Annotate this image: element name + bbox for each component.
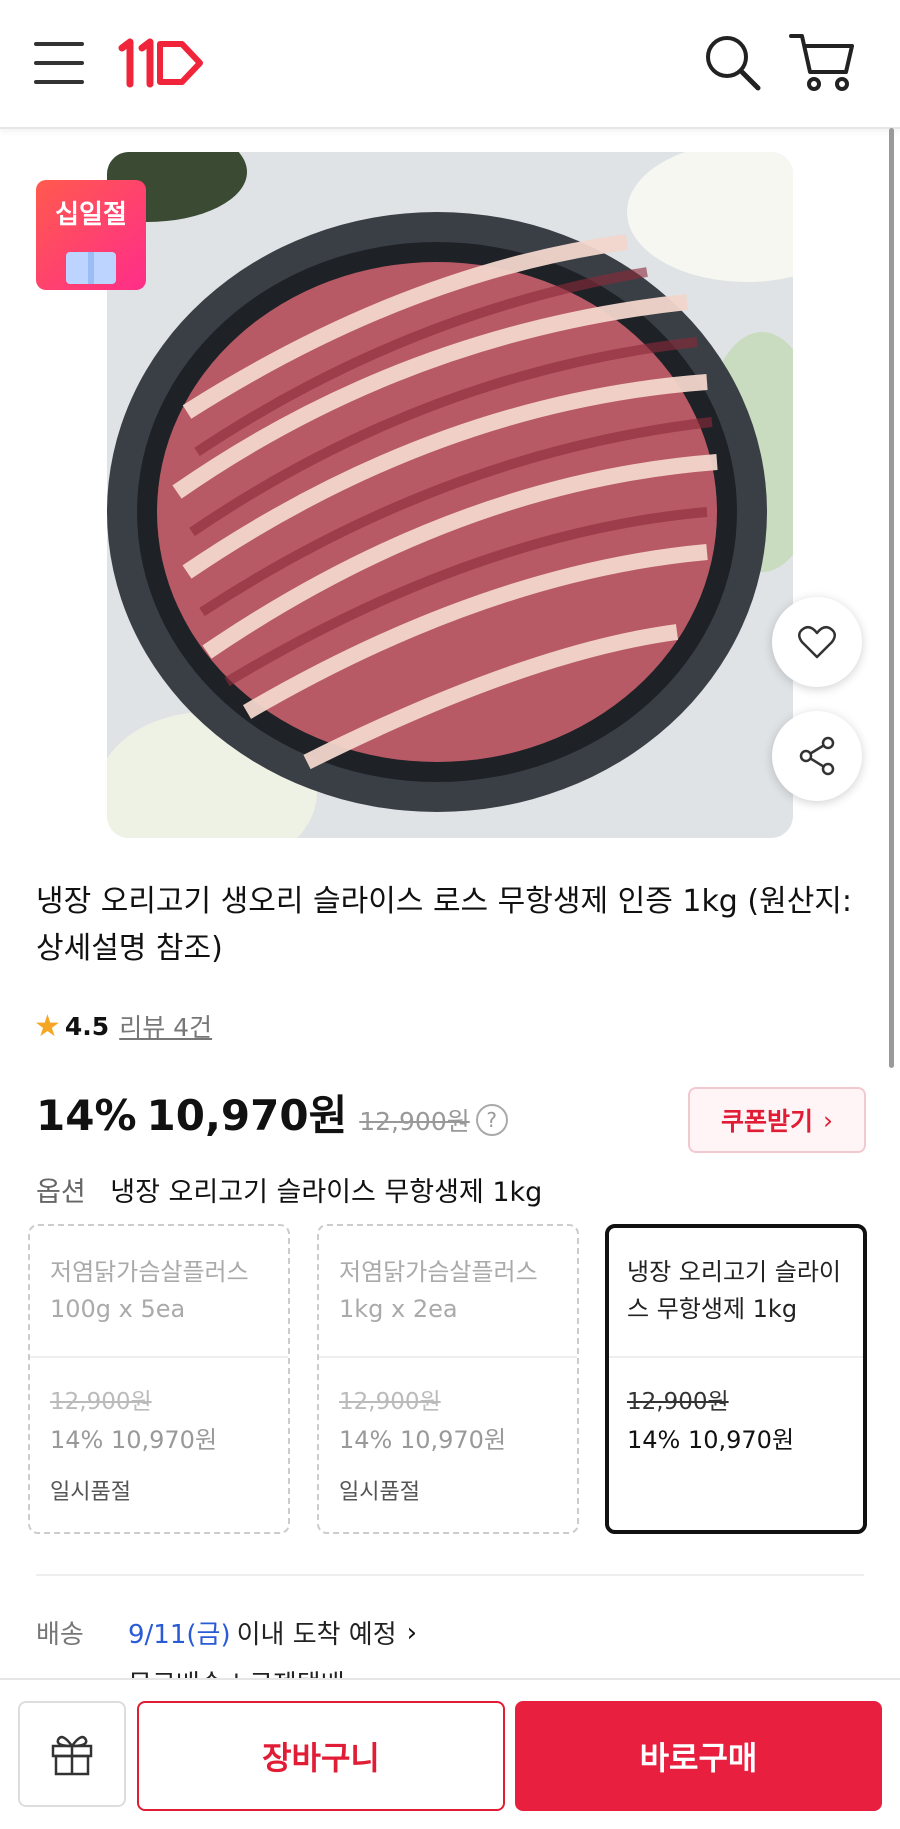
heart-icon: [798, 625, 836, 659]
option-card[interactable]: 저염닭가슴살플러스 1kg x 2ea 12,900원 14% 10,970원 …: [317, 1224, 579, 1534]
option-status: 일시품절: [339, 1480, 420, 1505]
wishlist-button[interactable]: [772, 597, 862, 687]
search-icon[interactable]: [700, 30, 764, 94]
rating-row: ★ 4.5 리뷰 4건: [34, 1008, 212, 1044]
option-name: 저염닭가슴살플러스 100g x 5ea: [50, 1258, 249, 1323]
chevron-right-icon: ›: [406, 1617, 418, 1648]
sale-price: 10,970원: [146, 1091, 348, 1140]
coupon-label: 쿠폰받기: [720, 1107, 813, 1136]
product-title: 냉장 오리고기 생오리 슬라이스 로스 무항생제 인증 1kg (원산지: 상세…: [36, 884, 853, 966]
bottom-action-bar: 장바구니 바로구매: [0, 1678, 900, 1829]
chevron-right-icon: ›: [823, 1105, 833, 1135]
selected-option: 냉장 오리고기 슬라이스 무항생제 1kg: [110, 1177, 543, 1208]
shipping-label: 배송: [36, 1620, 84, 1650]
option-price: 14% 10,970원: [339, 1426, 507, 1454]
rating-score: 4.5: [64, 1011, 110, 1041]
share-button[interactable]: [772, 711, 862, 801]
option-price: 14% 10,970원: [50, 1426, 218, 1454]
original-price: 12,900원: [359, 1107, 470, 1136]
badge-text: 십일절: [55, 200, 127, 230]
option-original-price: 12,900원: [339, 1389, 441, 1415]
question-icon[interactable]: ?: [475, 1104, 508, 1136]
divider: [30, 1356, 288, 1358]
gift-icon: [51, 1735, 93, 1776]
add-to-cart-button[interactable]: 장바구니: [137, 1701, 505, 1811]
option-summary: 옵션 냉장 오리고기 슬라이스 무항생제 1kg: [36, 1170, 542, 1209]
shipping-row[interactable]: 배송 9/11(금) 이내 도착 예정 ›: [36, 1614, 417, 1651]
delivery-text: 이내 도착 예정: [236, 1620, 397, 1650]
option-price: 14% 10,970원: [627, 1426, 795, 1454]
option-original-price: 12,900원: [627, 1389, 729, 1415]
brand-logo[interactable]: [116, 36, 206, 90]
option-status: 일시품절: [50, 1480, 131, 1505]
price-row: 14% 10,970원 12,900원 ?: [36, 1082, 508, 1143]
share-icon: [799, 736, 835, 776]
option-name: 저염닭가슴살플러스 1kg x 2ea: [339, 1258, 538, 1323]
delivery-date: 9/11(금): [128, 1620, 231, 1650]
top-header: [0, 0, 900, 129]
discount-rate: 14%: [36, 1091, 137, 1140]
event-badge: 십일절: [36, 180, 146, 290]
option-card[interactable]: 저염닭가슴살플러스 100g x 5ea 12,900원 14% 10,970원…: [28, 1224, 290, 1534]
divider: [36, 1574, 864, 1576]
gift-button[interactable]: [18, 1701, 126, 1807]
option-name: 냉장 오리고기 슬라이스 무항생제 1kg: [627, 1258, 841, 1323]
menu-icon[interactable]: [34, 40, 86, 86]
star-icon: ★: [34, 1008, 61, 1044]
coupon-button[interactable]: 쿠폰받기 ›: [688, 1087, 866, 1153]
cart-icon[interactable]: [788, 30, 856, 94]
option-original-price: 12,900원: [50, 1389, 152, 1415]
product-image[interactable]: [107, 152, 793, 838]
scrollbar[interactable]: [889, 128, 894, 1068]
review-count-link[interactable]: 리뷰 4건: [119, 1008, 212, 1044]
divider: [319, 1356, 577, 1358]
buy-now-button[interactable]: 바로구매: [515, 1701, 882, 1811]
divider: [609, 1356, 863, 1358]
option-label: 옵션: [36, 1177, 86, 1208]
option-card-selected[interactable]: 냉장 오리고기 슬라이스 무항생제 1kg 12,900원 14% 10,970…: [605, 1224, 867, 1534]
